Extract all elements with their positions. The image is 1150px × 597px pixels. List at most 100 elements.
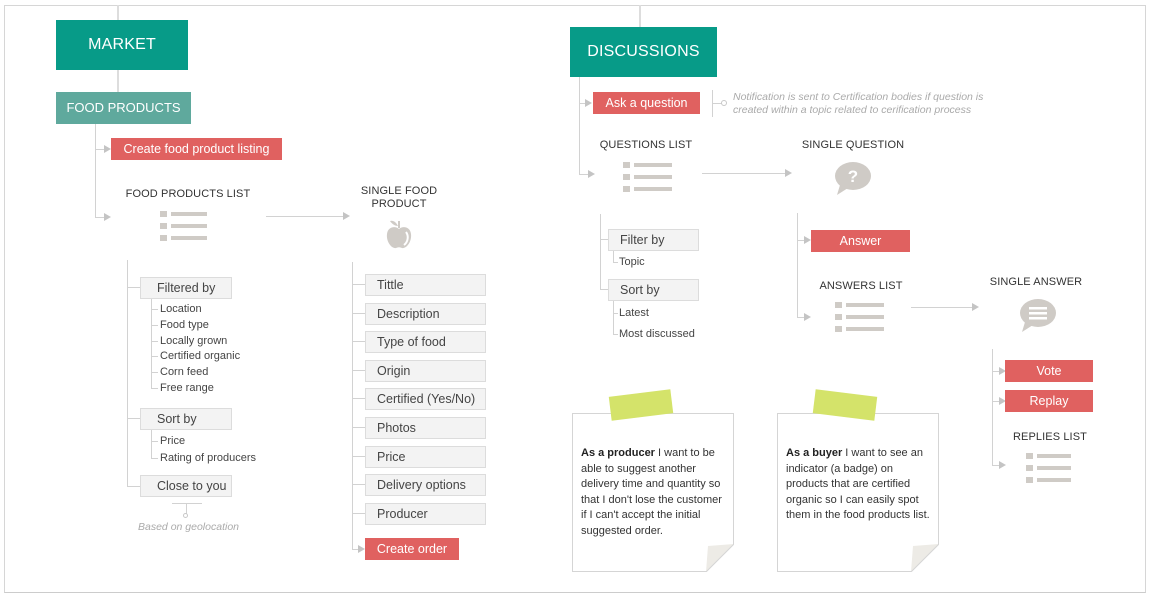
close-to-you-box[interactable]: Close to you — [140, 475, 232, 497]
filter-by-box[interactable]: Filter by — [608, 229, 699, 251]
connector — [117, 70, 119, 92]
geolocation-note: Based on geolocation — [138, 521, 239, 533]
connector — [127, 287, 140, 288]
heading-line: PRODUCT — [371, 198, 427, 210]
connector — [352, 262, 353, 549]
filter-option[interactable]: Food type — [160, 319, 209, 331]
connector — [151, 441, 158, 442]
food-products-node[interactable]: FOOD PRODUCTS — [56, 92, 191, 124]
connector — [911, 307, 973, 308]
product-field[interactable]: Price — [365, 445, 486, 468]
connector — [579, 77, 580, 174]
connector — [352, 312, 365, 314]
list-icon — [1026, 453, 1076, 485]
single-question-heading: SINGLE QUESTION — [801, 139, 905, 151]
svg-text:?: ? — [848, 167, 858, 186]
arrow-icon — [343, 212, 350, 220]
filter-option[interactable]: Free range — [160, 382, 214, 394]
replies-list-heading: REPLIES LIST — [1013, 431, 1087, 443]
arrow-icon — [785, 169, 792, 177]
discussions-node[interactable]: DISCUSSIONS — [570, 27, 717, 77]
product-field[interactable]: Origin — [365, 359, 486, 382]
replay-button[interactable]: Replay — [1005, 390, 1093, 412]
note-line: created within a topic related to cerifi… — [733, 104, 972, 116]
connector — [702, 173, 786, 174]
connector — [127, 486, 140, 487]
filtered-by-box[interactable]: Filtered by — [140, 277, 232, 299]
connector — [127, 260, 128, 486]
create-food-product-listing-button[interactable]: Create food product listing — [111, 138, 282, 160]
sort-option-most-discussed[interactable]: Most discussed — [619, 328, 695, 340]
connector — [151, 458, 158, 459]
vote-button[interactable]: Vote — [1005, 360, 1093, 382]
connector — [600, 214, 601, 289]
product-field[interactable]: Type of food — [365, 331, 486, 354]
page-fold-icon — [911, 544, 939, 572]
connector — [151, 356, 158, 358]
connector — [117, 5, 119, 20]
user-story-card-buyer: As a buyer I want to see an indicator (a… — [777, 413, 939, 572]
filter-option[interactable]: Location — [160, 303, 202, 315]
market-node[interactable]: MARKET — [56, 20, 188, 70]
notification-note: Notification is sent to Certification bo… — [733, 91, 1033, 117]
note-line: Notification is sent to Certification bo… — [733, 91, 984, 103]
filter-option[interactable]: Corn feed — [160, 366, 208, 378]
connector — [127, 418, 140, 419]
note-dot-icon — [183, 513, 188, 518]
page-fold-icon — [706, 544, 734, 572]
connector — [639, 5, 641, 27]
user-story-role: As a producer — [581, 447, 655, 459]
list-icon — [623, 162, 673, 194]
product-field[interactable]: Producer — [365, 502, 486, 525]
arrow-icon — [104, 213, 111, 221]
product-field[interactable]: Delivery options — [365, 474, 486, 497]
connector — [151, 309, 158, 310]
connector — [600, 289, 608, 290]
sort-option-latest[interactable]: Latest — [619, 307, 649, 319]
connector — [352, 369, 365, 371]
arrow-icon — [999, 461, 1006, 469]
connector — [352, 427, 365, 428]
list-icon — [160, 211, 210, 243]
product-field[interactable]: Description — [365, 302, 486, 325]
answer-button[interactable]: Answer — [811, 230, 910, 252]
filter-option[interactable]: Locally grown — [160, 335, 227, 347]
connector — [352, 455, 365, 457]
ask-question-button[interactable]: Ask a question — [593, 92, 700, 114]
single-answer-heading: SINGLE ANSWER — [989, 276, 1083, 288]
user-story-card-producer: As a producer I want to be able to sugge… — [572, 413, 734, 572]
filter-option[interactable]: Certified organic — [160, 350, 240, 362]
create-order-button[interactable]: Create order — [365, 538, 459, 560]
user-story-text: I want to be able to suggest another del… — [581, 447, 722, 537]
connector — [797, 213, 798, 317]
connector — [352, 341, 365, 343]
connector — [613, 262, 618, 263]
sort-by-box[interactable]: Sort by — [140, 408, 232, 430]
answers-list-heading: ANSWERS LIST — [819, 280, 903, 292]
connector — [352, 484, 365, 486]
sort-option[interactable]: Price — [160, 435, 185, 447]
product-field[interactable]: Tittle — [365, 274, 486, 296]
connector — [151, 299, 152, 389]
connector — [613, 251, 614, 262]
connector — [992, 349, 993, 465]
sort-option[interactable]: Rating of producers — [160, 452, 256, 464]
connector — [613, 301, 614, 334]
connector — [151, 388, 158, 389]
filter-option-topic[interactable]: Topic — [619, 256, 645, 268]
sort-by-box[interactable]: Sort by — [608, 279, 699, 301]
food-products-list-heading: FOOD PRODUCTS LIST — [125, 188, 251, 200]
answer-bubble-icon — [1020, 299, 1056, 332]
connector — [352, 284, 365, 285]
note-dot-icon — [721, 100, 727, 106]
connector — [151, 340, 158, 342]
connector — [600, 239, 608, 240]
user-story-role: As a buyer — [786, 447, 843, 459]
arrow-icon — [585, 99, 592, 107]
connector — [151, 430, 152, 458]
connector — [613, 313, 618, 314]
arrow-icon — [358, 545, 365, 553]
product-field[interactable]: Certified (Yes/No) — [365, 388, 486, 411]
product-field[interactable]: Photos — [365, 417, 486, 439]
arrow-icon — [804, 236, 811, 244]
